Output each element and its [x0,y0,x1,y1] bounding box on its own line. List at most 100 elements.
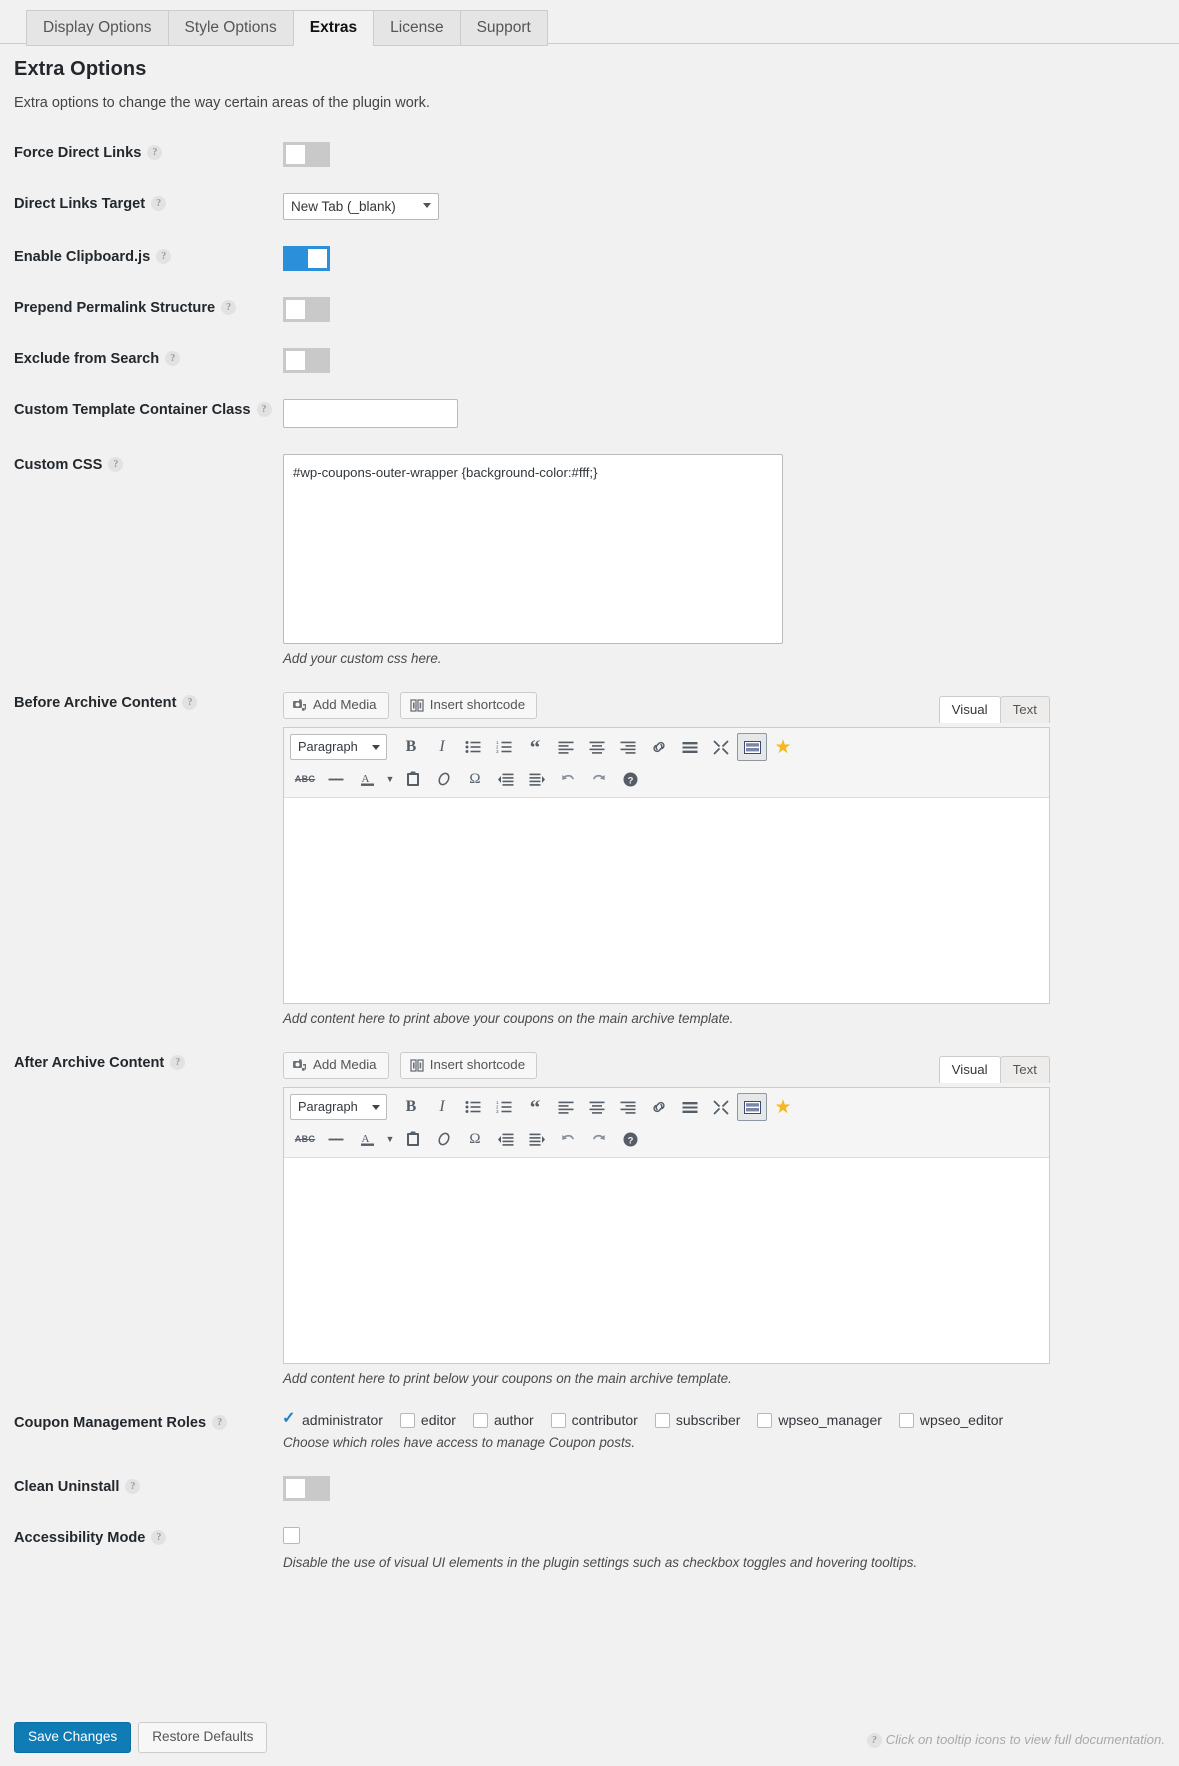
help-tooltip-icon[interactable]: ? [151,1530,167,1545]
undo-icon[interactable] [553,765,583,793]
paste-as-text-icon[interactable] [398,765,428,793]
bulleted-list-icon[interactable] [458,733,488,761]
increase-indent-icon[interactable] [522,765,552,793]
clear-formatting-icon[interactable] [429,1125,459,1153]
decrease-indent-icon[interactable] [491,765,521,793]
toggle-force-direct-links[interactable] [283,142,330,167]
blockquote-icon[interactable]: “ [520,733,550,761]
role-checkbox-author[interactable]: author [472,1412,534,1428]
tab-style-options[interactable]: Style Options [167,10,294,47]
save-changes-button[interactable]: Save Changes [14,1722,132,1753]
format-select[interactable]: Paragraph [290,734,387,760]
toggle-prepend-permalink[interactable] [283,297,330,322]
align-center-icon[interactable] [582,733,612,761]
checkbox-accessibility-mode[interactable] [283,1527,300,1544]
bold-icon[interactable]: B [396,1093,426,1121]
keyboard-shortcuts-icon[interactable]: ? [615,1125,645,1153]
restore-defaults-button[interactable]: Restore Defaults [138,1722,268,1753]
tab-display-options[interactable]: Display Options [26,10,169,47]
editor-content-area[interactable] [284,1158,1049,1363]
editor-tab-visual[interactable]: Visual [938,1056,1001,1083]
paste-as-text-icon[interactable] [398,1125,428,1153]
star-icon[interactable]: ★ [768,733,798,761]
help-tooltip-icon[interactable]: ? [212,1415,228,1430]
strikethrough-icon[interactable]: ABC [290,765,320,793]
insert-link-icon[interactable] [644,1093,674,1121]
editor-tab-text[interactable]: Text [999,1056,1050,1083]
strikethrough-icon[interactable]: ABC [290,1125,320,1153]
input-custom-template-class[interactable] [283,399,458,428]
insert-link-icon[interactable] [644,733,674,761]
increase-indent-icon[interactable] [522,1125,552,1153]
horizontal-line-icon[interactable] [321,765,351,793]
help-tooltip-icon[interactable]: ? [108,457,124,472]
italic-icon[interactable]: I [427,733,457,761]
read-more-icon[interactable] [675,1093,705,1121]
tab-extras[interactable]: Extras [292,10,375,47]
editor-tab-text[interactable]: Text [999,696,1050,723]
help-tooltip-icon[interactable]: ? [151,196,167,211]
keyboard-shortcuts-icon[interactable]: ? [615,765,645,793]
tab-support[interactable]: Support [459,10,548,47]
align-right-icon[interactable] [613,733,643,761]
numbered-list-icon[interactable]: 123 [489,1093,519,1121]
undo-icon[interactable] [553,1125,583,1153]
help-tooltip-icon[interactable]: ? [147,145,163,160]
help-tooltip-icon[interactable]: ? [256,402,272,417]
format-select[interactable]: Paragraph [290,1094,387,1120]
role-checkbox-subscriber[interactable]: subscriber [654,1412,740,1428]
horizontal-line-icon[interactable] [321,1125,351,1153]
help-tooltip-icon[interactable]: ? [182,695,198,710]
add-media-button[interactable]: Add Media [283,692,389,719]
svg-text:?: ? [627,775,633,786]
text-color-chevron-icon[interactable]: ▼ [383,1125,397,1153]
italic-icon[interactable]: I [427,1093,457,1121]
insert-shortcode-button[interactable]: Insert shortcode [399,692,538,719]
align-right-icon[interactable] [613,1093,643,1121]
fullscreen-icon[interactable] [706,733,736,761]
numbered-list-icon[interactable]: 123 [489,733,519,761]
help-tooltip-icon[interactable]: ? [125,1479,141,1494]
blockquote-icon[interactable]: “ [520,1093,550,1121]
read-more-icon[interactable] [675,733,705,761]
select-direct-links-target[interactable]: New Tab (_blank) [283,193,439,220]
text-color-icon[interactable]: A [352,1125,382,1153]
special-character-icon[interactable]: Ω [460,1125,490,1153]
toggle-enable-clipboard[interactable] [283,246,330,271]
bold-icon[interactable]: B [396,733,426,761]
add-media-button[interactable]: Add Media [283,1052,389,1079]
textarea-custom-css[interactable]: #wp-coupons-outer-wrapper {background-co… [283,454,783,644]
redo-icon[interactable] [584,765,614,793]
tab-license[interactable]: License [373,10,461,47]
align-center-icon[interactable] [582,1093,612,1121]
help-tooltip-icon[interactable]: ? [170,1055,186,1070]
bulleted-list-icon[interactable] [458,1093,488,1121]
toolbar-toggle-icon[interactable] [737,733,767,761]
editor-content-area[interactable] [284,798,1049,1003]
align-left-icon[interactable] [551,733,581,761]
help-tooltip-icon[interactable]: ? [165,351,181,366]
toggle-clean-uninstall[interactable] [283,1476,330,1501]
star-icon[interactable]: ★ [768,1093,798,1121]
fullscreen-icon[interactable] [706,1093,736,1121]
text-color-icon[interactable]: A [352,765,382,793]
role-checkbox-editor[interactable]: editor [399,1412,456,1428]
help-tooltip-icon[interactable]: ? [221,300,237,315]
insert-shortcode-button[interactable]: Insert shortcode [399,1052,538,1079]
role-checkbox-wpseo-editor[interactable]: wpseo_editor [898,1412,1003,1428]
toolbar-toggle-icon[interactable] [737,1093,767,1121]
label-text: Custom Template Container Class [14,402,251,418]
role-checkbox-administrator[interactable]: administrator [282,1408,383,1429]
toggle-exclude-from-search[interactable] [283,348,330,373]
redo-icon[interactable] [584,1125,614,1153]
clear-formatting-icon[interactable] [429,765,459,793]
align-left-icon[interactable] [551,1093,581,1121]
decrease-indent-icon[interactable] [491,1125,521,1153]
text-color-chevron-icon[interactable]: ▼ [383,765,397,793]
role-checkbox-contributor[interactable]: contributor [550,1412,638,1428]
help-tooltip-icon[interactable]: ? [156,249,172,264]
role-checkbox-wpseo-manager[interactable]: wpseo_manager [757,1412,882,1428]
special-character-icon[interactable]: Ω [460,765,490,793]
editor-tab-visual[interactable]: Visual [938,696,1001,723]
media-camera-icon [293,1059,307,1072]
